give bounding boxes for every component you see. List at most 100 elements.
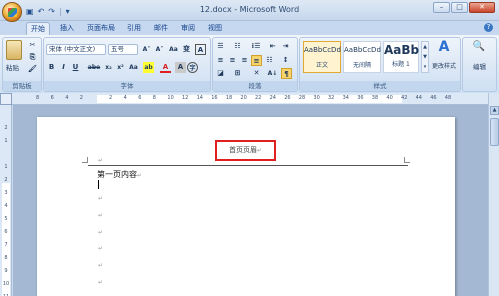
maximize-button[interactable]: □ bbox=[451, 2, 468, 13]
justify-icon[interactable]: ≡ bbox=[251, 55, 262, 66]
close-button[interactable]: ✕ bbox=[469, 2, 495, 13]
distributed-icon[interactable]: ☷ bbox=[264, 55, 275, 66]
ruler-number: 38 bbox=[371, 95, 379, 101]
help-icon[interactable]: ? bbox=[484, 23, 493, 32]
borders-icon[interactable]: ⊞ bbox=[232, 68, 243, 79]
tab-page-layout[interactable]: 页面布局 bbox=[84, 22, 118, 35]
vertical-ruler-number: 1 bbox=[4, 138, 8, 144]
paste-icon[interactable] bbox=[6, 40, 22, 60]
ruler-number: 12 bbox=[182, 95, 189, 101]
styles-scroll[interactable]: ▲ ▼ ▾ bbox=[421, 41, 429, 73]
vertical-ruler-number: 8 bbox=[4, 255, 8, 261]
para-mark: ↵ bbox=[98, 262, 104, 269]
ruler-number: 26 bbox=[284, 95, 291, 101]
find-icon[interactable]: 🔍 bbox=[468, 41, 490, 57]
para-mark: ↵ bbox=[98, 229, 104, 236]
style-no-spacing[interactable]: AaBbCcDd 无间隔 bbox=[343, 41, 381, 73]
tab-insert[interactable]: 插入 bbox=[55, 22, 79, 35]
minimize-button[interactable]: – bbox=[433, 2, 450, 13]
vertical-ruler-number: 2 bbox=[4, 177, 8, 183]
shading-icon[interactable]: ◪ bbox=[215, 68, 226, 79]
paste-label[interactable]: 粘贴 bbox=[6, 62, 19, 72]
change-styles-label[interactable]: 更改样式 bbox=[429, 61, 459, 70]
tab-view[interactable]: 视图 bbox=[205, 22, 225, 35]
align-right-icon[interactable]: ≡ bbox=[239, 55, 250, 66]
header-corner-mark bbox=[404, 157, 410, 163]
ruler-number: 32 bbox=[328, 95, 335, 101]
style-heading-1-sample: AaBb bbox=[384, 43, 420, 57]
ruler-number: 10 bbox=[167, 95, 174, 101]
change-styles-icon[interactable]: A bbox=[431, 39, 457, 57]
enclose-characters-icon[interactable]: 字 bbox=[187, 62, 198, 73]
body-first-line[interactable]: 第一页内容↵ bbox=[97, 169, 142, 180]
ruler-number: 28 bbox=[298, 95, 306, 101]
window-controls: – □ ✕ bbox=[433, 2, 495, 13]
bullets-icon[interactable]: ☰ bbox=[215, 41, 226, 52]
para-mark: ↵ bbox=[98, 279, 104, 286]
font-color-icon[interactable]: A bbox=[160, 62, 171, 73]
ruler-number: 42 bbox=[401, 95, 408, 101]
change-case-icon[interactable]: Aa bbox=[128, 62, 139, 73]
strikethrough-icon[interactable]: abe bbox=[86, 62, 102, 73]
phonetic-guide-icon[interactable]: 变 bbox=[181, 44, 192, 55]
center-icon[interactable]: ≡ bbox=[227, 55, 238, 66]
ruler-number: 30 bbox=[313, 95, 320, 101]
ruler-number: 36 bbox=[357, 95, 364, 101]
highlight-icon[interactable]: ab bbox=[143, 62, 154, 73]
tab-home[interactable]: 开始 bbox=[26, 22, 50, 35]
decrease-indent-icon[interactable]: ⇤ bbox=[267, 41, 278, 52]
align-left-icon[interactable]: ≡ bbox=[215, 55, 226, 66]
font-size-select[interactable]: 五号 bbox=[108, 44, 138, 55]
ruler-number: 24 bbox=[269, 95, 276, 101]
show-marks-icon[interactable]: ¶ bbox=[281, 68, 292, 79]
chinese-layout-icon[interactable]: ✕ bbox=[251, 68, 262, 79]
vertical-ruler[interactable]: 211234567891011 bbox=[0, 105, 12, 296]
font-name-select[interactable]: 宋体 (中文正文) bbox=[46, 44, 106, 55]
cut-icon[interactable]: ✂ bbox=[27, 40, 38, 51]
ruler-number: 20 bbox=[240, 95, 247, 101]
style-normal-sample: AaBbCcDd bbox=[304, 46, 341, 54]
line-spacing-icon[interactable]: ↕ bbox=[280, 55, 291, 66]
style-heading-1[interactable]: AaBb 标题 1 bbox=[383, 41, 419, 73]
header-text[interactable]: 首页页眉↵ bbox=[215, 140, 276, 161]
tab-mailings[interactable]: 邮件 bbox=[151, 22, 171, 35]
scroll-up-icon[interactable]: ▲ bbox=[490, 106, 499, 115]
ruler-tab-selector[interactable] bbox=[0, 93, 12, 105]
office-button[interactable] bbox=[2, 2, 22, 22]
underline-icon[interactable]: U bbox=[70, 62, 81, 73]
vertical-ruler-number: 9 bbox=[4, 268, 8, 274]
vertical-ruler-text-area bbox=[2, 183, 10, 296]
ruler-number: 2 bbox=[79, 95, 83, 101]
copy-icon[interactable]: ⎘ bbox=[27, 52, 38, 63]
clear-format-icon[interactable]: Aa bbox=[168, 44, 179, 55]
vertical-ruler-number: 1 bbox=[4, 164, 8, 170]
character-shading-icon[interactable]: A bbox=[175, 62, 186, 73]
numbering-icon[interactable]: ☷ bbox=[232, 41, 243, 52]
italic-icon[interactable]: I bbox=[58, 62, 69, 73]
style-normal[interactable]: AaBbCcDd 正文 bbox=[303, 41, 341, 73]
scroll-thumb[interactable] bbox=[490, 118, 499, 146]
bold-icon[interactable]: B bbox=[46, 62, 57, 73]
tab-references[interactable]: 引用 bbox=[124, 22, 144, 35]
multilevel-list-icon[interactable]: ⁝☰ bbox=[249, 41, 263, 52]
shrink-font-icon[interactable]: A˅ bbox=[154, 44, 165, 55]
increase-indent-icon[interactable]: ⇥ bbox=[280, 41, 291, 52]
vertical-scrollbar[interactable]: ▲ bbox=[488, 93, 499, 296]
tab-review[interactable]: 审阅 bbox=[178, 22, 198, 35]
header-corner-mark bbox=[82, 157, 88, 163]
character-border-icon[interactable]: A bbox=[195, 44, 206, 55]
style-heading-1-name: 标题 1 bbox=[392, 61, 410, 68]
vertical-ruler-number: 10 bbox=[2, 281, 10, 287]
subscript-icon[interactable]: x₂ bbox=[103, 62, 114, 73]
horizontal-ruler[interactable]: 8 6 4 2 2 4 6 8 10 12 14 16 18 20 22 24 26 28 30 32 34 36 38 40… bbox=[12, 93, 488, 105]
grow-font-icon[interactable]: A˄ bbox=[141, 44, 152, 55]
format-painter-icon[interactable]: 🖌 bbox=[27, 64, 38, 75]
editing-label[interactable]: 编辑 bbox=[462, 61, 497, 71]
para-mark: ↵ bbox=[98, 195, 104, 202]
superscript-icon[interactable]: x² bbox=[115, 62, 126, 73]
vertical-ruler-number: 4 bbox=[4, 203, 8, 209]
vertical-ruler-number: 6 bbox=[4, 229, 8, 235]
vertical-ruler-number: 7 bbox=[4, 242, 8, 248]
sort-icon[interactable]: A↓ bbox=[267, 68, 278, 79]
ruler-number: 8 bbox=[36, 95, 40, 101]
